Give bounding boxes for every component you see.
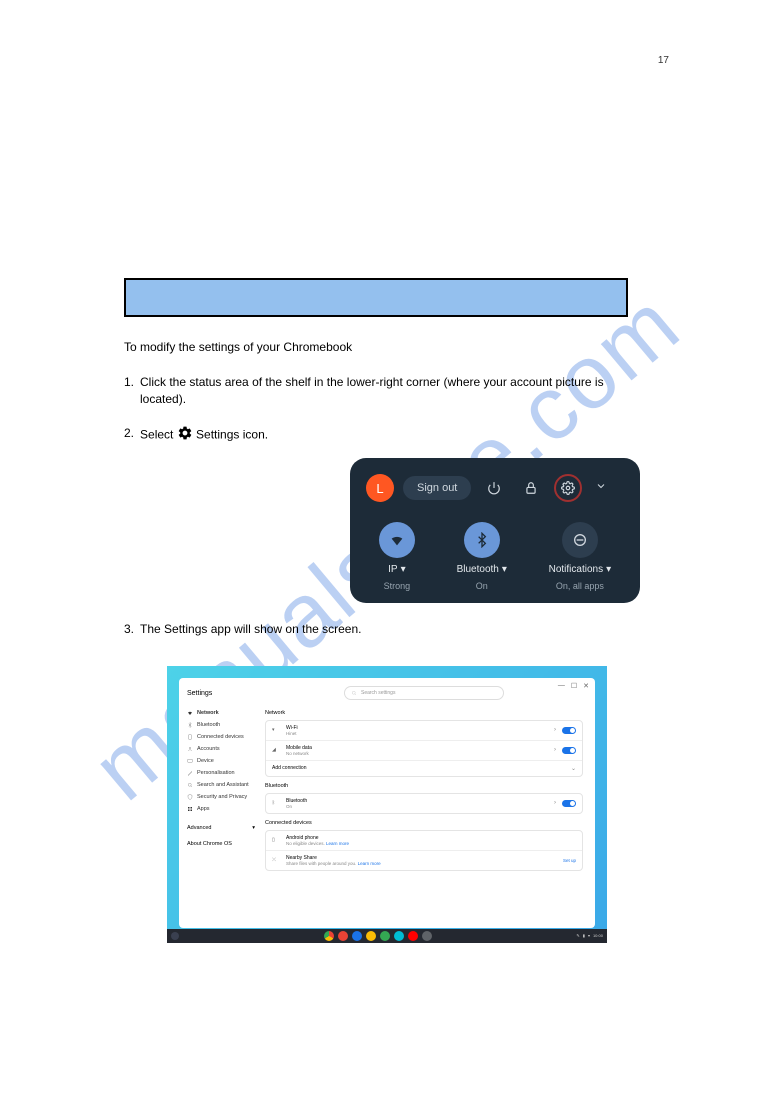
avatar[interactable]: L xyxy=(366,474,394,502)
lock-icon[interactable] xyxy=(517,474,545,502)
taskbar: ✎ ▮ ▾ 10:00 xyxy=(167,929,607,943)
wifi-toggle[interactable]: IP ▾ Strong xyxy=(379,522,415,591)
youtube-icon[interactable] xyxy=(408,931,418,941)
caret-down-icon: ▾ xyxy=(606,564,611,575)
launcher-icon[interactable] xyxy=(171,932,179,940)
sidebar-item-connected[interactable]: Connected devices xyxy=(187,731,261,743)
sidebar-item-search[interactable]: Search and Assistant xyxy=(187,779,261,791)
sidebar-item-bluetooth[interactable]: Bluetooth xyxy=(187,719,261,731)
bluetooth-icon xyxy=(464,522,500,558)
search-input[interactable]: Search settings xyxy=(344,686,504,700)
wifi-icon: ▾ xyxy=(272,727,280,733)
camera-icon[interactable] xyxy=(394,931,404,941)
section-heading-bar: Settings xyxy=(124,278,628,317)
row-nearby[interactable]: ⤫ Nearby ShareShare files with people ar… xyxy=(266,850,582,870)
sidebar-item-network[interactable]: Network xyxy=(187,707,261,719)
phone-icon: ▯ xyxy=(272,837,280,843)
files-icon[interactable] xyxy=(366,931,376,941)
settings-icon[interactable] xyxy=(554,474,582,502)
maximize-icon[interactable]: ☐ xyxy=(571,682,577,690)
gmail-icon[interactable] xyxy=(338,931,348,941)
chevron-right-icon: › xyxy=(554,747,556,753)
wifi-toggle[interactable] xyxy=(562,727,576,734)
page-number: 17 xyxy=(658,55,669,66)
mobile-toggle[interactable] xyxy=(562,747,576,754)
system-tray-panel: L Sign out IP ▾ Strong Bluetooth ▾ On No… xyxy=(350,458,640,603)
row-mobile[interactable]: ◢ Mobile dataNo network › xyxy=(266,740,582,760)
chevron-down-icon: ▾ xyxy=(252,825,255,831)
bluetooth-toggle[interactable] xyxy=(562,800,576,807)
sidebar-advanced[interactable]: Advanced▾ xyxy=(187,825,261,831)
battery-icon: ▮ xyxy=(583,933,585,938)
minimize-icon[interactable]: — xyxy=(558,682,565,690)
step-text: The Settings app will show on the screen… xyxy=(140,621,624,638)
learn-more-link[interactable]: Learn more xyxy=(358,861,381,866)
row-add-connection[interactable]: Add connection ⌄ xyxy=(266,760,582,776)
docs-icon[interactable] xyxy=(352,931,362,941)
sidebar-about[interactable]: About Chrome OS xyxy=(187,841,261,847)
step-2: 2. Select Settings icon. Select Settings… xyxy=(124,425,624,446)
step-number: 2. xyxy=(124,425,134,446)
settings-sidebar: Settings Network Bluetooth Connected dev… xyxy=(179,678,261,928)
intro-text: To modify the settings of your Chromeboo… xyxy=(124,339,624,356)
power-icon[interactable] xyxy=(480,474,508,502)
row-bluetooth[interactable]: ᛒ BluetoothOn › xyxy=(266,794,582,813)
chevron-down-icon: ⌄ xyxy=(571,765,576,772)
play-icon[interactable] xyxy=(380,931,390,941)
caret-down-icon: ▾ xyxy=(502,564,507,575)
chevron-down-icon[interactable] xyxy=(595,479,607,497)
settings-title: Settings xyxy=(187,690,261,697)
row-android[interactable]: ▯ Android phoneNo eligible devices. Lear… xyxy=(266,831,582,850)
caret-down-icon: ▾ xyxy=(401,564,406,575)
section-connected: Connected devices xyxy=(265,820,583,826)
sidebar-item-personalisation[interactable]: Personalisation xyxy=(187,767,261,779)
close-icon[interactable]: ✕ xyxy=(583,682,589,690)
system-tray[interactable]: ✎ ▮ ▾ 10:00 xyxy=(576,933,603,938)
chevron-right-icon: › xyxy=(554,727,556,733)
step-1: 1. Click the status area of the shelf in… xyxy=(124,374,624,408)
wifi-icon xyxy=(379,522,415,558)
bluetooth-icon: ᛒ xyxy=(272,800,280,806)
chevron-right-icon: › xyxy=(554,800,556,806)
nearby-icon: ⤫ xyxy=(272,857,280,863)
clock: 10:00 xyxy=(593,933,603,938)
gear-icon xyxy=(177,425,193,446)
section-bluetooth: Bluetooth xyxy=(265,783,583,789)
notifications-toggle[interactable]: Notifications ▾ On, all apps xyxy=(549,522,612,591)
step-number: 1. xyxy=(124,374,134,408)
sidebar-item-security[interactable]: Security and Privacy xyxy=(187,791,261,803)
chrome-icon[interactable] xyxy=(324,931,334,941)
step-number: 3. xyxy=(124,621,134,638)
row-wifi[interactable]: ▾ Wi-FiHinet › xyxy=(266,721,582,740)
pen-icon: ✎ xyxy=(576,933,579,938)
bluetooth-toggle[interactable]: Bluetooth ▾ On xyxy=(457,522,507,591)
sidebar-item-accounts[interactable]: Accounts xyxy=(187,743,261,755)
section-network: Network xyxy=(265,710,583,716)
sign-out-button[interactable]: Sign out xyxy=(403,476,471,500)
settings-screenshot: — ☐ ✕ Settings Network Bluetooth Connect… xyxy=(167,666,607,943)
settings-app-icon[interactable] xyxy=(422,931,432,941)
notifications-icon xyxy=(562,522,598,558)
wifi-status-icon: ▾ xyxy=(588,933,590,938)
sidebar-item-apps[interactable]: Apps xyxy=(187,803,261,815)
step-3: 3. The Settings app will show on the scr… xyxy=(124,621,624,638)
mobile-icon: ◢ xyxy=(272,747,280,753)
sidebar-item-device[interactable]: Device xyxy=(187,755,261,767)
step-text: Select Settings icon. Select Settings ic… xyxy=(140,425,624,446)
setup-button[interactable]: Set up xyxy=(563,858,576,863)
learn-more-link[interactable]: Learn more xyxy=(326,841,349,846)
step-text: Click the status area of the shelf in th… xyxy=(140,374,624,408)
